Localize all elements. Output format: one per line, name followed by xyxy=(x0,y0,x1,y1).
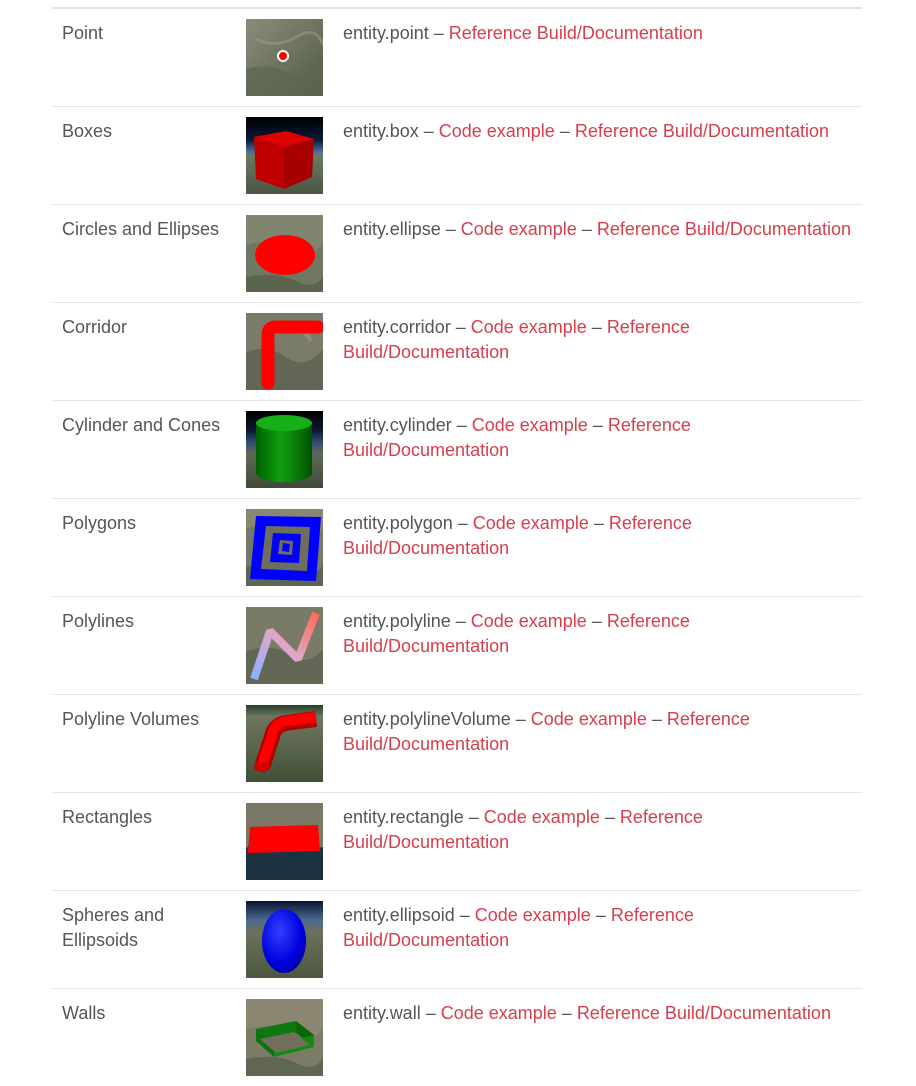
separator: – xyxy=(463,807,484,827)
code-example-link[interactable]: Code example xyxy=(439,121,555,141)
point-thumbnail-icon xyxy=(246,19,323,96)
entity-description: entity.corridor – Code example – Referen… xyxy=(343,315,858,365)
separator: – xyxy=(586,317,607,337)
entity-description: entity.polyline – Code example – Referen… xyxy=(343,609,858,659)
separator: – xyxy=(646,709,667,729)
entity-type-name: Polygons xyxy=(62,513,137,533)
polyline-thumbnail-icon xyxy=(246,607,323,684)
table-row: Polylines entity.polyline – Code example… xyxy=(52,597,862,695)
code-example-link[interactable]: Code example xyxy=(473,513,589,533)
cylinder-thumbnail-icon xyxy=(246,411,323,488)
separator: – xyxy=(587,415,608,435)
table-row: Polygons entity.polygon – Code example –… xyxy=(52,499,862,597)
table-row: Cylinder and Cones entity.cylinder – Cod… xyxy=(52,401,862,499)
entity-type-name: Polylines xyxy=(62,611,135,631)
polyline-volume-thumbnail-icon xyxy=(246,705,323,782)
entity-api-name: entity.polygon xyxy=(343,513,453,533)
code-example-link[interactable]: Code example xyxy=(531,709,647,729)
wall-thumbnail-icon xyxy=(246,999,323,1076)
entity-description: entity.ellipsoid – Code example – Refere… xyxy=(343,903,858,953)
separator: – xyxy=(420,1003,441,1023)
entity-type-name: Rectangles xyxy=(62,807,153,827)
entity-api-name: entity.box xyxy=(343,121,419,141)
reference-documentation-link[interactable]: Reference Build/Documentation xyxy=(575,121,829,141)
entity-types-table: Point entity.point – Reference Build/Doc… xyxy=(52,7,862,1086)
rectangle-thumbnail-icon xyxy=(246,803,323,880)
entity-description: entity.box – Code example – Reference Bu… xyxy=(343,119,858,144)
code-example-link[interactable]: Code example xyxy=(471,317,587,337)
table-row: Polyline Volumes entity.polylineVolume –… xyxy=(52,695,862,793)
separator: – xyxy=(451,415,472,435)
separator: – xyxy=(440,219,461,239)
entity-description: entity.cylinder – Code example – Referen… xyxy=(343,413,858,463)
separator: – xyxy=(510,709,531,729)
separator: – xyxy=(588,513,609,533)
ellipsoid-thumbnail-icon xyxy=(246,901,323,978)
entity-type-name: Circles and Ellipses xyxy=(62,219,220,239)
entity-api-name: entity.wall xyxy=(343,1003,421,1023)
entity-api-name: entity.ellipse xyxy=(343,219,441,239)
entity-api-name: entity.cylinder xyxy=(343,415,452,435)
entity-type-name: Spheres and Ellipsoids xyxy=(62,905,165,950)
entity-description: entity.rectangle – Code example – Refere… xyxy=(343,805,858,855)
entity-description: entity.ellipse – Code example – Referenc… xyxy=(343,217,858,242)
entity-api-name: entity.ellipsoid xyxy=(343,905,455,925)
separator: – xyxy=(599,807,620,827)
separator: – xyxy=(450,611,471,631)
entity-type-name: Boxes xyxy=(62,121,113,141)
separator: – xyxy=(454,905,475,925)
separator: – xyxy=(590,905,611,925)
entity-api-name: entity.polylineVolume xyxy=(343,709,511,729)
entity-type-name: Point xyxy=(62,23,104,43)
separator: – xyxy=(554,121,575,141)
box-thumbnail-icon xyxy=(246,117,323,194)
table-row: Walls entity.wall – Code example – Refer… xyxy=(52,989,862,1086)
table-row: Corridor entity.corridor – Code example … xyxy=(52,303,862,401)
ellipse-thumbnail-icon xyxy=(246,215,323,292)
entity-description: entity.polylineVolume – Code example – R… xyxy=(343,707,858,757)
separator: – xyxy=(586,611,607,631)
code-example-link[interactable]: Code example xyxy=(475,905,591,925)
reference-documentation-link[interactable]: Reference Build/Documentation xyxy=(577,1003,831,1023)
separator: – xyxy=(428,23,449,43)
polygon-thumbnail-icon xyxy=(246,509,323,586)
code-example-link[interactable]: Code example xyxy=(461,219,577,239)
table-row: Boxes entity.box – Code example – Refere… xyxy=(52,107,862,205)
separator: – xyxy=(452,513,473,533)
code-example-link[interactable]: Code example xyxy=(484,807,600,827)
separator: – xyxy=(576,219,597,239)
entity-type-name: Polyline Volumes xyxy=(62,709,200,729)
table-row: Rectangles entity.rectangle – Code examp… xyxy=(52,793,862,891)
reference-documentation-link[interactable]: Reference Build/Documentation xyxy=(449,23,703,43)
reference-documentation-link[interactable]: Reference Build/Documentation xyxy=(597,219,851,239)
entity-description: entity.polygon – Code example – Referenc… xyxy=(343,511,858,561)
entity-api-name: entity.corridor xyxy=(343,317,451,337)
entity-type-name: Walls xyxy=(62,1003,106,1023)
code-example-link[interactable]: Code example xyxy=(471,611,587,631)
table-row: Circles and Ellipses entity.ellipse – Co… xyxy=(52,205,862,303)
entity-type-name: Cylinder and Cones xyxy=(62,415,221,435)
entity-api-name: entity.polyline xyxy=(343,611,451,631)
entity-description: entity.wall – Code example – Reference B… xyxy=(343,1001,858,1026)
code-example-link[interactable]: Code example xyxy=(441,1003,557,1023)
entity-description: entity.point – Reference Build/Documenta… xyxy=(343,21,858,46)
separator: – xyxy=(450,317,471,337)
entity-type-name: Corridor xyxy=(62,317,128,337)
code-example-link[interactable]: Code example xyxy=(472,415,588,435)
separator: – xyxy=(556,1003,577,1023)
table-row: Spheres and Ellipsoids entity.ellipsoid … xyxy=(52,891,862,989)
entity-api-name: entity.rectangle xyxy=(343,807,464,827)
corridor-thumbnail-icon xyxy=(246,313,323,390)
separator: – xyxy=(418,121,439,141)
entity-api-name: entity.point xyxy=(343,23,429,43)
table-row: Point entity.point – Reference Build/Doc… xyxy=(52,9,862,107)
